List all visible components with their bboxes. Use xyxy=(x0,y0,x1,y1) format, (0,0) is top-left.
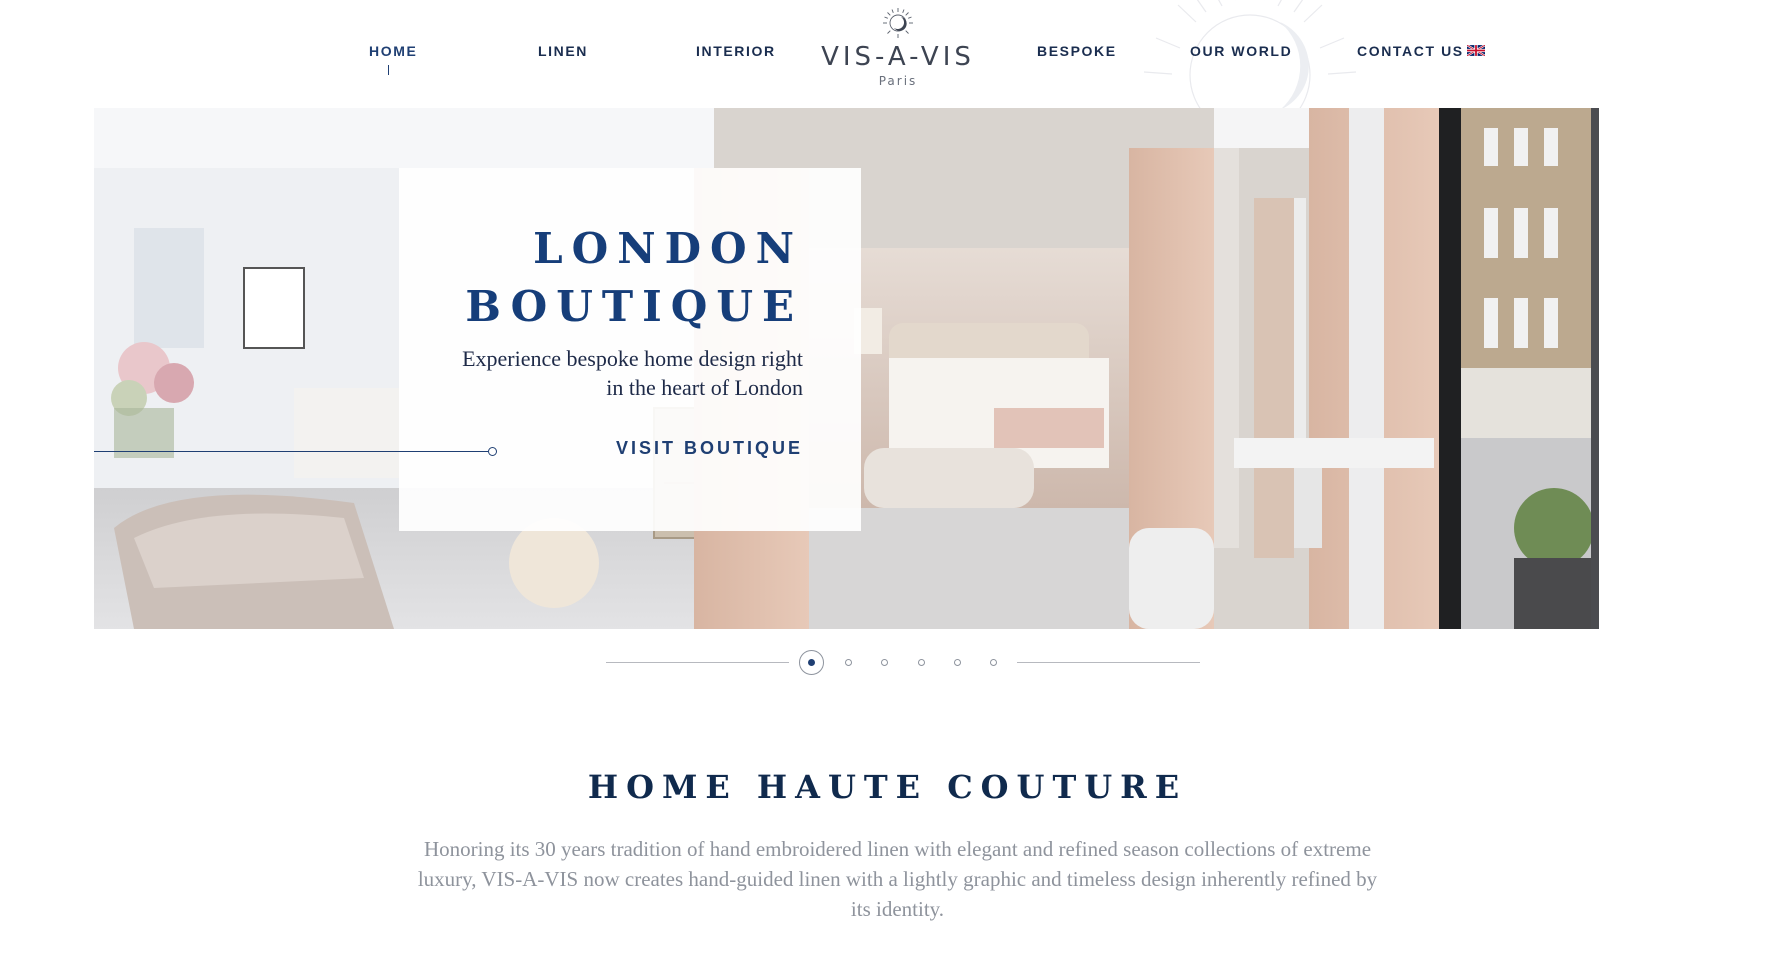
hero-slider: LONDON BOUTIQUE Experience bespoke home … xyxy=(94,108,1696,629)
moon-emblem-icon xyxy=(883,8,913,38)
cta-connector-line xyxy=(94,451,488,452)
brand-logo[interactable]: VIS-A-VIS Paris xyxy=(818,6,978,98)
nav-bespoke[interactable]: BESPOKE xyxy=(1037,43,1117,59)
visit-boutique-link[interactable]: VISIT BOUTIQUE xyxy=(616,438,803,459)
nav-linen[interactable]: LINEN xyxy=(538,43,588,59)
section-description-line3: its identity. xyxy=(850,897,945,921)
hero-caption-card: LONDON BOUTIQUE Experience bespoke home … xyxy=(399,168,861,531)
section-description-line1: Honoring its 30 years tradition of hand … xyxy=(423,837,1372,861)
site-header: HOME LINEN INTERIOR VIS-A-VIS Paris BESP… xyxy=(0,0,1775,110)
section-title: HOME HAUTE COUTURE xyxy=(587,768,1188,806)
nav-contact-us[interactable]: CONTACT US xyxy=(1357,43,1464,59)
nav-active-marker xyxy=(388,65,389,75)
section-description-line2: luxury, VIS-A-VIS now creates hand-guide… xyxy=(417,867,1378,891)
hero-title-line2: BOUTIQUE xyxy=(465,282,803,331)
uk-flag-icon[interactable] xyxy=(1467,45,1485,56)
slide-dot-2[interactable] xyxy=(845,659,852,666)
slide-dot-3[interactable] xyxy=(881,659,888,666)
hero-subtitle: Experience bespoke home design right in … xyxy=(423,344,803,402)
slide-dot-1-active[interactable] xyxy=(799,650,824,675)
slide-dot-6[interactable] xyxy=(990,659,997,666)
brand-city: Paris xyxy=(878,74,918,88)
pager-line-right xyxy=(1017,662,1200,663)
nav-home[interactable]: HOME xyxy=(369,43,417,59)
hero-subtitle-line1: Experience bespoke home design right xyxy=(462,346,803,371)
nav-our-world[interactable]: OUR WORLD xyxy=(1190,43,1292,59)
slider-pagination xyxy=(0,648,1775,678)
nav-interior[interactable]: INTERIOR xyxy=(696,43,776,59)
section-description: Honoring its 30 years tradition of hand … xyxy=(395,834,1400,924)
cta-connector-dot xyxy=(488,447,497,456)
slide-dot-4[interactable] xyxy=(918,659,925,666)
pager-line-left xyxy=(606,662,789,663)
brand-name: VIS-A-VIS xyxy=(821,42,975,72)
slide-dot-1-fill xyxy=(808,659,815,666)
slide-dot-5[interactable] xyxy=(954,659,961,666)
hero-image-boutique-interior xyxy=(94,108,1696,629)
hero-title: LONDON BOUTIQUE xyxy=(383,220,803,336)
hero-subtitle-line2: in the heart of London xyxy=(606,375,803,400)
hero-title-line1: LONDON xyxy=(533,224,803,273)
